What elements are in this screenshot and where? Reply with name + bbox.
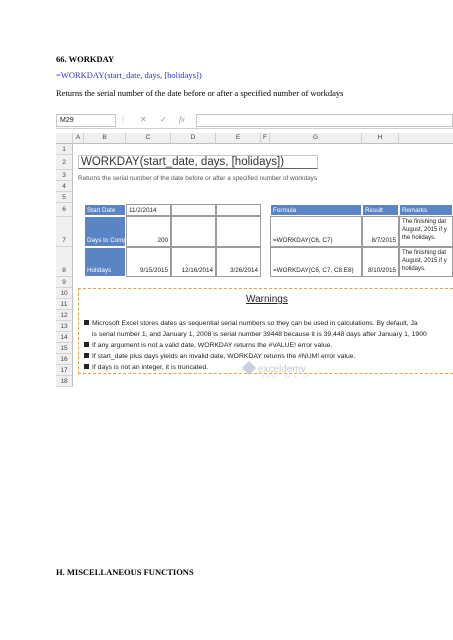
remarks-line: the holidays. bbox=[402, 235, 436, 241]
warnings-title: Warnings bbox=[246, 294, 288, 305]
holiday-cell-2[interactable]: 12/16/2014 bbox=[171, 247, 216, 277]
function-description: Returns the serial number of the date be… bbox=[56, 88, 344, 98]
column-header-i[interactable] bbox=[399, 133, 453, 144]
row-header[interactable]: 10 bbox=[56, 288, 73, 299]
row-header[interactable]: 16 bbox=[56, 354, 73, 365]
remarks-header: Remarks bbox=[399, 204, 453, 216]
remarks-cell-1[interactable]: The finishing dat August, 2015 if y the … bbox=[399, 216, 453, 247]
warning-line: If any argument is not a valid date, WOR… bbox=[84, 341, 332, 350]
fx-icon[interactable]: fx bbox=[179, 114, 185, 126]
watermark-tagline: EXCEL · DATA · BI bbox=[262, 375, 309, 379]
empty-cell[interactable] bbox=[216, 216, 261, 247]
logo-icon bbox=[241, 360, 257, 376]
next-section-heading: H. MISCELLANEOUS FUNCTIONS bbox=[56, 567, 194, 577]
row-header[interactable]: 3 bbox=[56, 170, 73, 181]
days-cell[interactable]: 200 bbox=[126, 216, 171, 247]
result-header: Result bbox=[362, 204, 399, 216]
row-header[interactable]: 17 bbox=[56, 365, 73, 376]
warning-text: If days is not an integer, it is truncat… bbox=[92, 364, 208, 371]
warning-text: is serial number 1, and January 1, 2008 … bbox=[92, 331, 427, 338]
warning-line: Microsoft Excel stores dates as sequenti… bbox=[84, 319, 418, 328]
row-header[interactable]: 4 bbox=[56, 181, 73, 192]
remarks-line: August, 2015 if y bbox=[402, 258, 447, 264]
row-header[interactable]: 15 bbox=[56, 343, 73, 354]
name-box[interactable]: M29 bbox=[56, 114, 116, 127]
select-all-corner[interactable] bbox=[56, 133, 73, 144]
row-header[interactable]: 9 bbox=[56, 277, 73, 288]
holiday-cell-1[interactable]: 9/15/2015 bbox=[126, 247, 171, 277]
remarks-line: August, 2015 if y bbox=[402, 227, 447, 233]
remarks-line: The finishing dat bbox=[402, 250, 447, 256]
warning-text: Microsoft Excel stores dates as sequenti… bbox=[92, 320, 418, 327]
sheet-subtitle: Returns the serial number of the date be… bbox=[78, 175, 318, 182]
row-header[interactable]: 6 bbox=[56, 203, 73, 217]
row-header[interactable]: 1 bbox=[56, 144, 73, 155]
function-syntax: =WORKDAY(start_date, days, [holidays]) bbox=[56, 70, 202, 80]
column-header-a[interactable]: A bbox=[73, 133, 84, 144]
row-header[interactable]: 18 bbox=[56, 376, 73, 387]
check-icon[interactable]: ✓ bbox=[160, 114, 167, 126]
empty-cell[interactable] bbox=[216, 204, 261, 216]
remarks-cell-2[interactable]: The finishing dat August, 2015 if y holi… bbox=[399, 247, 453, 277]
column-header-f[interactable]: F bbox=[261, 133, 270, 144]
holidays-label: Holidays bbox=[84, 247, 126, 277]
formula-input[interactable] bbox=[196, 114, 453, 127]
excel-screenshot: M29 ⋮ ✕ ✓ fx A B C D E F G H 1 2 3 4 5 6… bbox=[56, 112, 453, 396]
row-header[interactable]: 11 bbox=[56, 299, 73, 310]
remarks-line: holidays. bbox=[402, 266, 426, 272]
days-label: Days to Comple bbox=[84, 216, 126, 247]
bullet-icon bbox=[84, 342, 89, 347]
warning-line: If start_date plus days yields an invali… bbox=[84, 352, 355, 361]
result-cell-2[interactable]: 8/10/2015 bbox=[362, 247, 399, 277]
formula-cell-2[interactable]: =WORKDAY(C6, C7, C8:E8) bbox=[270, 247, 362, 277]
start-date-cell[interactable]: 11/2/2014 bbox=[126, 204, 171, 216]
row-header[interactable]: 12 bbox=[56, 310, 73, 321]
close-icon[interactable]: ✕ bbox=[140, 114, 147, 126]
formula-header: Formula bbox=[270, 204, 362, 216]
remarks-line: The finishing dat bbox=[402, 219, 447, 225]
section-heading: 66. WORKDAY bbox=[56, 54, 115, 64]
row-header[interactable]: 13 bbox=[56, 321, 73, 332]
column-header-g[interactable]: G bbox=[270, 133, 362, 144]
formula-bar: M29 ⋮ ✕ ✓ fx bbox=[56, 112, 453, 129]
column-header-e[interactable]: E bbox=[216, 133, 261, 144]
row-header[interactable]: 8 bbox=[56, 247, 73, 277]
column-header-d[interactable]: D bbox=[171, 133, 216, 144]
warning-text: If start_date plus days yields an invali… bbox=[92, 353, 356, 360]
holiday-cell-3[interactable]: 3/26/2014 bbox=[216, 247, 261, 277]
row-header[interactable]: 7 bbox=[56, 217, 73, 247]
column-header-b[interactable]: B bbox=[84, 133, 126, 144]
warning-text: If any argument is not a valid date, WOR… bbox=[92, 342, 333, 349]
bullet-icon bbox=[84, 353, 89, 358]
bullet-icon bbox=[84, 320, 89, 325]
watermark-logo: exceldemy bbox=[241, 360, 306, 376]
bullet-icon bbox=[84, 364, 89, 369]
result-cell-1[interactable]: 8/7/2015 bbox=[362, 216, 399, 247]
row-header[interactable]: 2 bbox=[56, 155, 73, 170]
sheet-title: WORKDAY(start_date, days, [holidays]) bbox=[78, 155, 318, 169]
empty-cell[interactable] bbox=[171, 216, 216, 247]
formula-cell-1[interactable]: =WORKDAY(C6, C7) bbox=[270, 216, 362, 247]
warning-line: is serial number 1, and January 1, 2008 … bbox=[92, 330, 427, 339]
row-header[interactable]: 14 bbox=[56, 332, 73, 343]
watermark-text: exceldemy bbox=[258, 364, 306, 375]
column-header-h[interactable]: H bbox=[362, 133, 399, 144]
column-header-c[interactable]: C bbox=[126, 133, 171, 144]
row-header[interactable]: 5 bbox=[56, 192, 73, 203]
empty-cell[interactable] bbox=[171, 204, 216, 216]
warning-line: If days is not an integer, it is truncat… bbox=[84, 363, 208, 372]
more-options-icon: ⋮ bbox=[120, 117, 126, 123]
start-date-label: Start Date bbox=[84, 204, 126, 216]
